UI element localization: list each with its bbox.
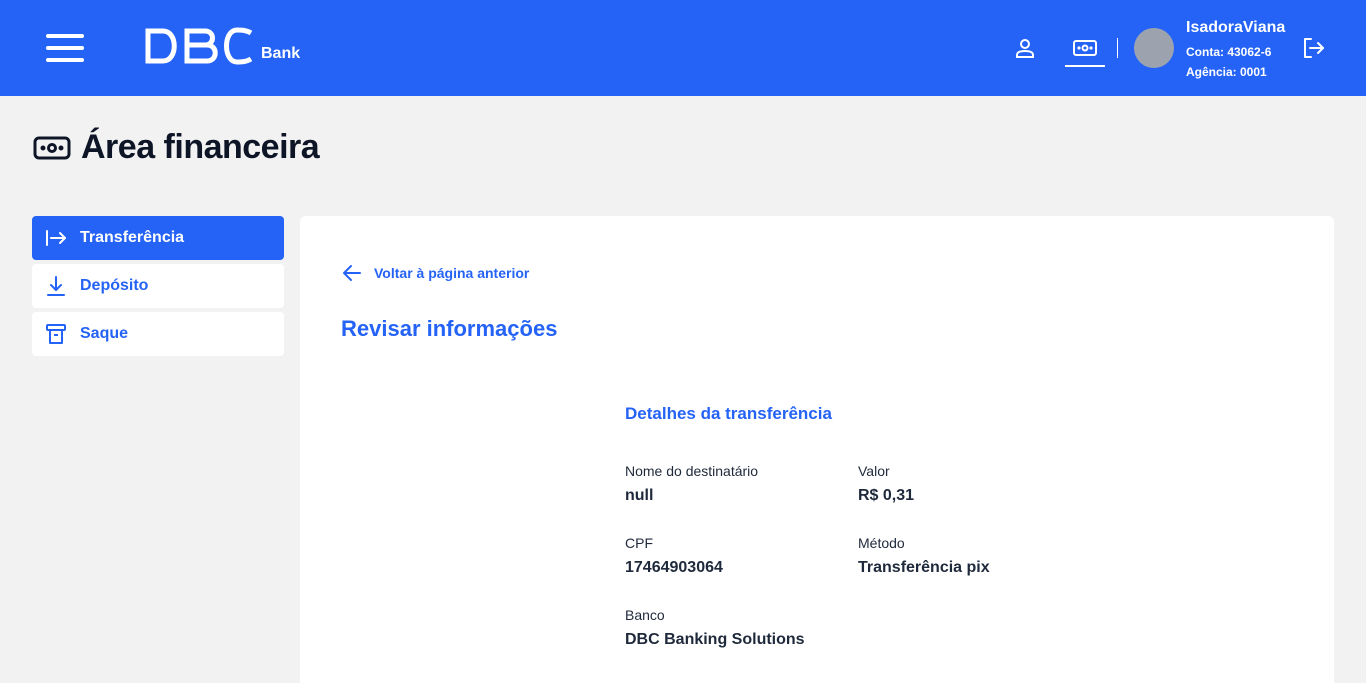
- field-cpf: CPF 17464903064: [625, 535, 723, 577]
- field-amount: Valor R$ 0,31: [858, 463, 914, 505]
- field-method: Método Transferência pix: [858, 535, 990, 577]
- user-agency: Agência: 0001: [1186, 65, 1267, 79]
- divider: [1117, 38, 1118, 58]
- field-label: CPF: [625, 535, 653, 551]
- back-link[interactable]: Voltar à página anterior: [342, 264, 529, 282]
- sidebar: Transferência Depósito Saque: [32, 216, 284, 360]
- user-account: Conta: 43062-6: [1186, 45, 1272, 59]
- arrow-left-icon: [343, 265, 361, 281]
- user-name: IsadoraViana: [1186, 19, 1286, 36]
- atm-icon: [45, 323, 67, 345]
- brand-suffix: Bank: [261, 45, 301, 62]
- sidebar-item-label: Transferência: [80, 229, 185, 246]
- download-icon: [45, 275, 67, 297]
- menu-icon[interactable]: [46, 34, 84, 62]
- dbc-logo-mark: [145, 27, 253, 65]
- sidebar-item-label: Saque: [80, 325, 129, 342]
- field-recipient-name: Nome do destinatário null: [625, 463, 758, 505]
- sidebar-item-deposito[interactable]: Depósito: [32, 264, 284, 308]
- review-card: Voltar à página anterior Revisar informa…: [300, 216, 1334, 683]
- field-value: 17464903064: [625, 559, 723, 576]
- sidebar-item-transferencia[interactable]: Transferência: [32, 216, 284, 260]
- back-link-label: Voltar à página anterior: [374, 265, 530, 281]
- field-label: Banco: [625, 607, 665, 623]
- field-label: Valor: [858, 463, 890, 479]
- top-navbar: Bank IsadoraViana Conta: 43062-6 Agência…: [0, 0, 1366, 96]
- review-title: Revisar informações: [341, 316, 558, 341]
- field-value: R$ 0,31: [858, 487, 915, 504]
- avatar[interactable]: [1134, 28, 1174, 68]
- transfer-icon: [45, 227, 67, 249]
- field-value: Transferência pix: [858, 559, 990, 576]
- field-value: null: [625, 487, 654, 504]
- money-icon[interactable]: [1067, 30, 1103, 66]
- active-nav-indicator: [1065, 65, 1105, 67]
- page-header: Área financeira: [33, 128, 320, 167]
- sidebar-item-saque[interactable]: Saque: [32, 312, 284, 356]
- field-value: DBC Banking Solutions: [625, 631, 805, 648]
- field-bank: Banco DBC Banking Solutions: [625, 607, 805, 649]
- brand-logo[interactable]: Bank: [145, 26, 300, 66]
- field-label: Método: [858, 535, 905, 551]
- field-label: Nome do destinatário: [625, 463, 759, 479]
- money-icon: [33, 136, 71, 159]
- logout-icon[interactable]: [1301, 36, 1327, 60]
- page-title: Área financeira: [81, 128, 320, 166]
- user-icon[interactable]: [1007, 30, 1043, 66]
- sidebar-item-label: Depósito: [80, 277, 149, 294]
- details-title: Detalhes da transferência: [625, 404, 832, 423]
